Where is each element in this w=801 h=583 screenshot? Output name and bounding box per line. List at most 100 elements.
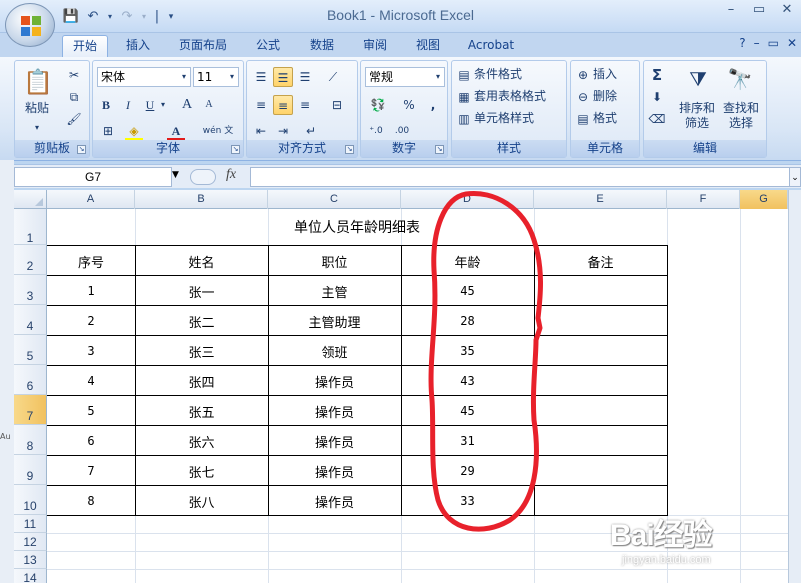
office-button[interactable] xyxy=(5,3,55,47)
select-all-corner[interactable] xyxy=(14,190,47,209)
underline-button[interactable]: U xyxy=(141,95,159,115)
comma-button[interactable]: , xyxy=(423,95,443,115)
cell-index[interactable]: 7 xyxy=(47,464,135,478)
cell-name[interactable]: 张一 xyxy=(135,282,268,301)
tab-acrobat[interactable]: Acrobat xyxy=(462,35,520,57)
column-header-e[interactable]: E xyxy=(534,190,667,209)
row-header-2[interactable]: 2 xyxy=(14,245,47,275)
cell-name[interactable]: 张五 xyxy=(135,402,268,421)
cell-styles-icon[interactable]: ▥ xyxy=(456,109,472,129)
table-title[interactable]: 单位人员年龄明细表 xyxy=(47,217,667,237)
insert-cells-icon[interactable]: ⊕ xyxy=(575,65,591,85)
conditional-format-button[interactable]: 条件格式 xyxy=(474,67,564,82)
name-box[interactable]: G7 xyxy=(14,167,172,187)
merge-center-icon[interactable]: ⊟ xyxy=(323,95,351,115)
increase-indent-icon[interactable]: ⇥ xyxy=(273,121,293,141)
cell-position[interactable]: 操作员 xyxy=(268,492,401,511)
row-header-5[interactable]: 5 xyxy=(14,335,47,365)
cell-index[interactable]: 2 xyxy=(47,314,135,328)
cell-name[interactable]: 张四 xyxy=(135,372,268,391)
row-header-7[interactable]: 7 xyxy=(14,395,47,425)
formula-input[interactable] xyxy=(250,167,790,187)
cell-age[interactable]: 31 xyxy=(401,434,534,448)
italic-button[interactable]: I xyxy=(119,95,137,115)
cell-position[interactable]: 操作员 xyxy=(268,402,401,421)
format-as-table-icon[interactable]: ▦ xyxy=(456,87,472,107)
paste-icon[interactable]: 📋 xyxy=(23,67,53,97)
cell-index[interactable]: 4 xyxy=(47,374,135,388)
column-header-g[interactable]: G xyxy=(740,190,788,209)
row-header-6[interactable]: 6 xyxy=(14,365,47,395)
cell-position[interactable]: 操作员 xyxy=(268,432,401,451)
cell-age[interactable]: 28 xyxy=(401,314,534,328)
shrink-font-button[interactable]: A xyxy=(199,95,219,115)
ribbon-minimize-icon[interactable]: – xyxy=(754,36,760,50)
percent-button[interactable]: % xyxy=(399,95,419,115)
cut-icon[interactable]: ✂ xyxy=(65,65,83,85)
row-header-8[interactable]: 8 xyxy=(14,425,47,455)
tab-formulas[interactable]: 公式 xyxy=(248,35,288,57)
format-cells-icon[interactable]: ▤ xyxy=(575,109,591,129)
alignment-launcher-icon[interactable]: ↘ xyxy=(345,145,354,154)
align-right-icon[interactable]: ≡ xyxy=(295,95,315,115)
insert-cells-button[interactable]: 插入 xyxy=(593,67,637,82)
column-header-d[interactable]: D xyxy=(401,190,534,209)
column-header-c[interactable]: C xyxy=(268,190,401,209)
tab-page-layout[interactable]: 页面布局 xyxy=(174,35,232,57)
underline-dropdown-icon[interactable]: ▾ xyxy=(159,95,167,115)
row-header-12[interactable]: 12 xyxy=(14,533,47,551)
tab-insert[interactable]: 插入 xyxy=(118,35,158,57)
cell-position[interactable]: 操作员 xyxy=(268,372,401,391)
ribbon-restore-icon[interactable]: ▭ xyxy=(768,36,779,50)
clipboard-launcher-icon[interactable]: ↘ xyxy=(77,145,86,154)
cell-name[interactable]: 张八 xyxy=(135,492,268,511)
font-size-dropdown-icon[interactable]: ▾ xyxy=(227,67,237,87)
column-header-b[interactable]: B xyxy=(135,190,268,209)
header-cell-index[interactable]: 序号 xyxy=(47,252,135,271)
font-name-combobox[interactable]: 宋体 xyxy=(97,67,191,87)
tab-home[interactable]: 开始 xyxy=(62,35,108,57)
autosum-button[interactable]: Σ xyxy=(648,65,666,85)
align-center-icon[interactable]: ≡ xyxy=(273,95,293,115)
format-cells-button[interactable]: 格式 xyxy=(593,111,637,126)
fill-icon[interactable]: ⬇ xyxy=(648,87,666,107)
font-name-dropdown-icon[interactable]: ▾ xyxy=(179,67,189,87)
formula-bar-resize-handle[interactable] xyxy=(190,169,216,185)
increase-decimal-icon[interactable]: ⁺.0 xyxy=(365,121,387,141)
row-header-9[interactable]: 9 xyxy=(14,455,47,485)
formula-bar-expand-icon[interactable]: ⌄ xyxy=(789,167,801,187)
row-header-1[interactable]: 1 xyxy=(14,209,47,245)
grow-font-button[interactable]: A xyxy=(177,95,197,115)
wrap-text-icon[interactable]: ↵ xyxy=(297,121,325,141)
number-launcher-icon[interactable]: ↘ xyxy=(435,145,444,154)
tab-data[interactable]: 数据 xyxy=(302,35,342,57)
cell-name[interactable]: 张六 xyxy=(135,432,268,451)
help-icon[interactable]: ? xyxy=(739,36,745,50)
tab-view[interactable]: 视图 xyxy=(408,35,448,57)
conditional-format-icon[interactable]: ▤ xyxy=(456,65,472,85)
row-header-14[interactable]: 14 xyxy=(14,569,47,583)
cell-position[interactable]: 主管 xyxy=(268,282,401,301)
cell-age[interactable]: 45 xyxy=(401,284,534,298)
align-bottom-icon[interactable]: ☰ xyxy=(295,67,315,87)
header-cell-age[interactable]: 年龄 xyxy=(401,252,534,271)
align-left-icon[interactable]: ≡ xyxy=(251,95,271,115)
row-header-10[interactable]: 10 xyxy=(14,485,47,515)
format-as-table-button[interactable]: 套用表格格式 xyxy=(474,89,566,104)
cell-age[interactable]: 29 xyxy=(401,464,534,478)
align-top-icon[interactable]: ☰ xyxy=(251,67,271,87)
delete-cells-button[interactable]: 删除 xyxy=(593,89,637,104)
minimize-button[interactable]: – xyxy=(717,0,745,20)
phonetic-guide-button[interactable]: wén 文 xyxy=(201,121,235,141)
tab-review[interactable]: 审阅 xyxy=(355,35,395,57)
cell-name[interactable]: 张七 xyxy=(135,462,268,481)
paste-label[interactable]: 粘贴 xyxy=(23,101,51,116)
name-box-dropdown-icon[interactable]: ▼ xyxy=(172,170,179,180)
copy-icon[interactable]: ⧉ xyxy=(65,87,83,107)
cell-index[interactable]: 3 xyxy=(47,344,135,358)
cell-styles-button[interactable]: 单元格样式 xyxy=(474,111,564,126)
cell-index[interactable]: 6 xyxy=(47,434,135,448)
sort-filter-button[interactable]: 排序和 筛选 xyxy=(676,101,718,131)
accounting-format-icon[interactable]: 💱 xyxy=(365,95,391,115)
cell-index[interactable]: 5 xyxy=(47,404,135,418)
